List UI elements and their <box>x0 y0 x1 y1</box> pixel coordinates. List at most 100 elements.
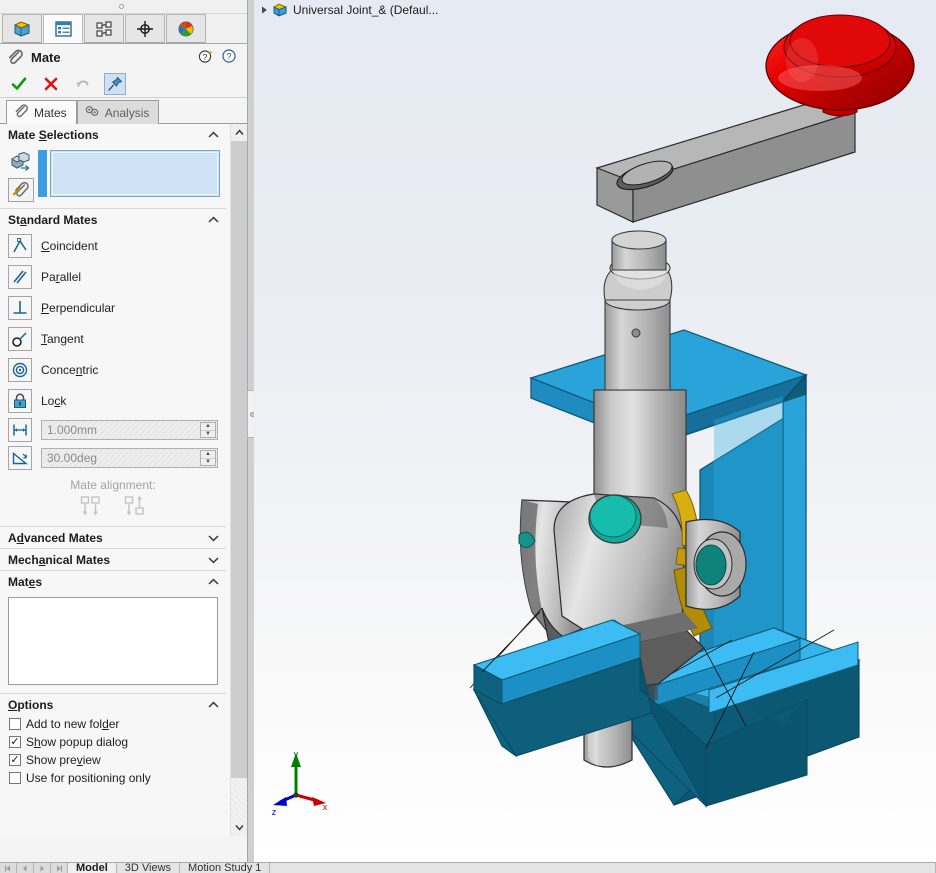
tab-display-manager[interactable] <box>166 14 206 43</box>
triangle-right-icon[interactable] <box>258 4 270 16</box>
bottom-tab-motion-study-1[interactable]: Motion Study 1 <box>180 863 271 873</box>
mate-type-tangent[interactable]: Tangent <box>0 323 226 354</box>
spinner-down-icon[interactable]: ▼ <box>201 459 215 466</box>
group-header-mate-selections[interactable]: Mate Selections <box>0 124 226 146</box>
bottom-tab-3d-views[interactable]: 3D Views <box>116 863 181 873</box>
mate-type-label: Concentric <box>41 362 99 377</box>
chevron-up-icon[interactable] <box>206 213 220 227</box>
tab-analysis[interactable]: Analysis <box>76 100 160 124</box>
pin-button[interactable] <box>104 72 126 95</box>
spinner-up-icon[interactable]: ▲ <box>201 451 215 459</box>
panel-collapse-dot[interactable] <box>119 4 124 9</box>
group-label-options: Options <box>8 697 54 712</box>
analysis-icon <box>84 103 100 122</box>
group-header-standard-mates[interactable]: Standard Mates <box>0 208 226 230</box>
universal-joint-model[interactable] <box>254 0 936 862</box>
checkbox-box[interactable]: ✓ <box>9 736 21 748</box>
bottom-tab-bar: Model 3D Views Motion Study 1 <box>0 862 936 873</box>
group-header-options[interactable]: Options <box>0 693 226 715</box>
mate-type-perpendicular[interactable]: Perpendicular <box>0 292 226 323</box>
tab-mates-label: Mates <box>34 105 67 120</box>
group-label-standard-mates: Standard Mates <box>8 212 98 227</box>
show-preview-checkbox[interactable]: ✓ Show preview <box>0 751 226 769</box>
chevron-up-icon[interactable] <box>206 575 220 589</box>
mate-type-coincident[interactable]: Coincident <box>0 230 226 261</box>
distance-spinner[interactable]: ▲ ▼ <box>200 422 216 438</box>
undo-button[interactable] <box>72 73 94 95</box>
scroll-down-button[interactable] <box>231 819 247 836</box>
multiple-mate-mode-icon[interactable] <box>8 178 34 202</box>
property-manager-actions <box>0 70 247 98</box>
angle-spinner[interactable]: ▲ ▼ <box>200 450 216 466</box>
spinner-down-icon[interactable]: ▼ <box>201 431 215 438</box>
perpendicular-icon <box>8 295 32 320</box>
angle-icon <box>8 446 32 470</box>
tab-feature-manager-tree[interactable] <box>2 14 42 43</box>
mate-type-label: Coincident <box>41 238 98 253</box>
checkbox-box[interactable] <box>9 772 21 784</box>
tab-property-manager[interactable] <box>43 14 83 43</box>
configuration-manager-icon <box>96 20 112 37</box>
checkbox-box[interactable] <box>9 718 21 730</box>
property-manager-body: Mate Selections Standard Mates Coinciden… <box>0 124 247 836</box>
chevron-down-icon[interactable] <box>206 531 220 545</box>
tab-mates[interactable]: Mates <box>6 100 77 124</box>
distance-field[interactable]: 1.000mm ▲ ▼ <box>41 420 218 440</box>
next-tab-button[interactable] <box>34 863 51 873</box>
lock-icon <box>8 388 32 413</box>
tab-dimxpert-manager[interactable] <box>125 14 165 43</box>
help-icon[interactable]: ? <box>221 48 237 67</box>
red-x-icon <box>44 77 58 90</box>
use-for-positioning-only-checkbox[interactable]: Use for positioning only <box>0 769 226 787</box>
chevron-down-icon <box>235 825 244 831</box>
ok-button[interactable] <box>8 73 30 95</box>
chevron-up-icon[interactable] <box>206 698 220 712</box>
selected-entities-field[interactable] <box>50 150 220 197</box>
entities-to-mate-icon[interactable] <box>8 150 34 174</box>
whats-new-help-icon[interactable]: ? <box>198 48 214 67</box>
mate-type-label: Tangent <box>41 331 84 346</box>
aligned-button[interactable] <box>78 494 104 518</box>
mates-listbox[interactable] <box>8 597 218 685</box>
bottom-tab-model[interactable]: Model <box>68 863 117 873</box>
graphics-viewport[interactable]: Universal Joint_& (Defaul... y x z <box>254 0 936 862</box>
group-header-mechanical-mates[interactable]: Mechanical Mates <box>0 548 226 570</box>
tab-configuration-manager[interactable] <box>84 14 124 43</box>
prev-tab-button[interactable] <box>17 863 34 873</box>
feature-tree-icon <box>14 20 30 37</box>
distance-row: 1.000mm ▲ ▼ <box>0 416 226 444</box>
mate-type-lock[interactable]: Lock <box>0 385 226 416</box>
spinner-up-icon[interactable]: ▲ <box>201 423 215 431</box>
prev-icon <box>23 865 27 871</box>
scroll-up-button[interactable] <box>231 124 247 141</box>
feature-tree-root-label: Universal Joint_& (Defaul... <box>293 3 439 17</box>
mate-type-parallel[interactable]: Parallel <box>0 261 226 292</box>
last-icon <box>57 865 62 871</box>
chevron-up-icon[interactable] <box>206 128 220 142</box>
last-tab-button[interactable] <box>51 863 68 873</box>
help-icon-group: ? ? <box>198 48 241 67</box>
angle-field[interactable]: 30.00deg ▲ ▼ <box>41 448 218 468</box>
property-manager-scrollbar[interactable] <box>230 124 247 836</box>
add-to-new-folder-checkbox[interactable]: Add to new folder <box>0 715 226 733</box>
mate-type-concentric[interactable]: Concentric <box>0 354 226 385</box>
show-popup-dialog-checkbox[interactable]: ✓ Show popup dialog <box>0 733 226 751</box>
parallel-icon <box>8 264 32 289</box>
group-header-mates[interactable]: Mates <box>0 570 226 592</box>
concentric-icon <box>8 357 32 382</box>
chevron-down-icon[interactable] <box>206 553 220 567</box>
scrollbar-thumb[interactable] <box>231 141 247 778</box>
anti-aligned-button[interactable] <box>122 494 148 518</box>
mate-type-label: Parallel <box>41 269 82 284</box>
group-header-advanced-mates[interactable]: Advanced Mates <box>0 526 226 548</box>
first-tab-button[interactable] <box>0 863 17 873</box>
dimxpert-icon <box>137 20 153 37</box>
checkbox-box[interactable]: ✓ <box>9 754 21 766</box>
scrollbar-track[interactable] <box>231 778 247 819</box>
cancel-button[interactable] <box>40 73 62 95</box>
flyout-feature-tree[interactable]: Universal Joint_& (Defaul... <box>254 0 442 20</box>
property-manager-header: Mate ? ? <box>0 44 247 70</box>
mate-selection-listbox[interactable] <box>38 150 220 197</box>
group-label-mechanical-mates: Mechanical Mates <box>8 552 111 567</box>
group-label-advanced-mates: Advanced Mates <box>8 530 103 545</box>
